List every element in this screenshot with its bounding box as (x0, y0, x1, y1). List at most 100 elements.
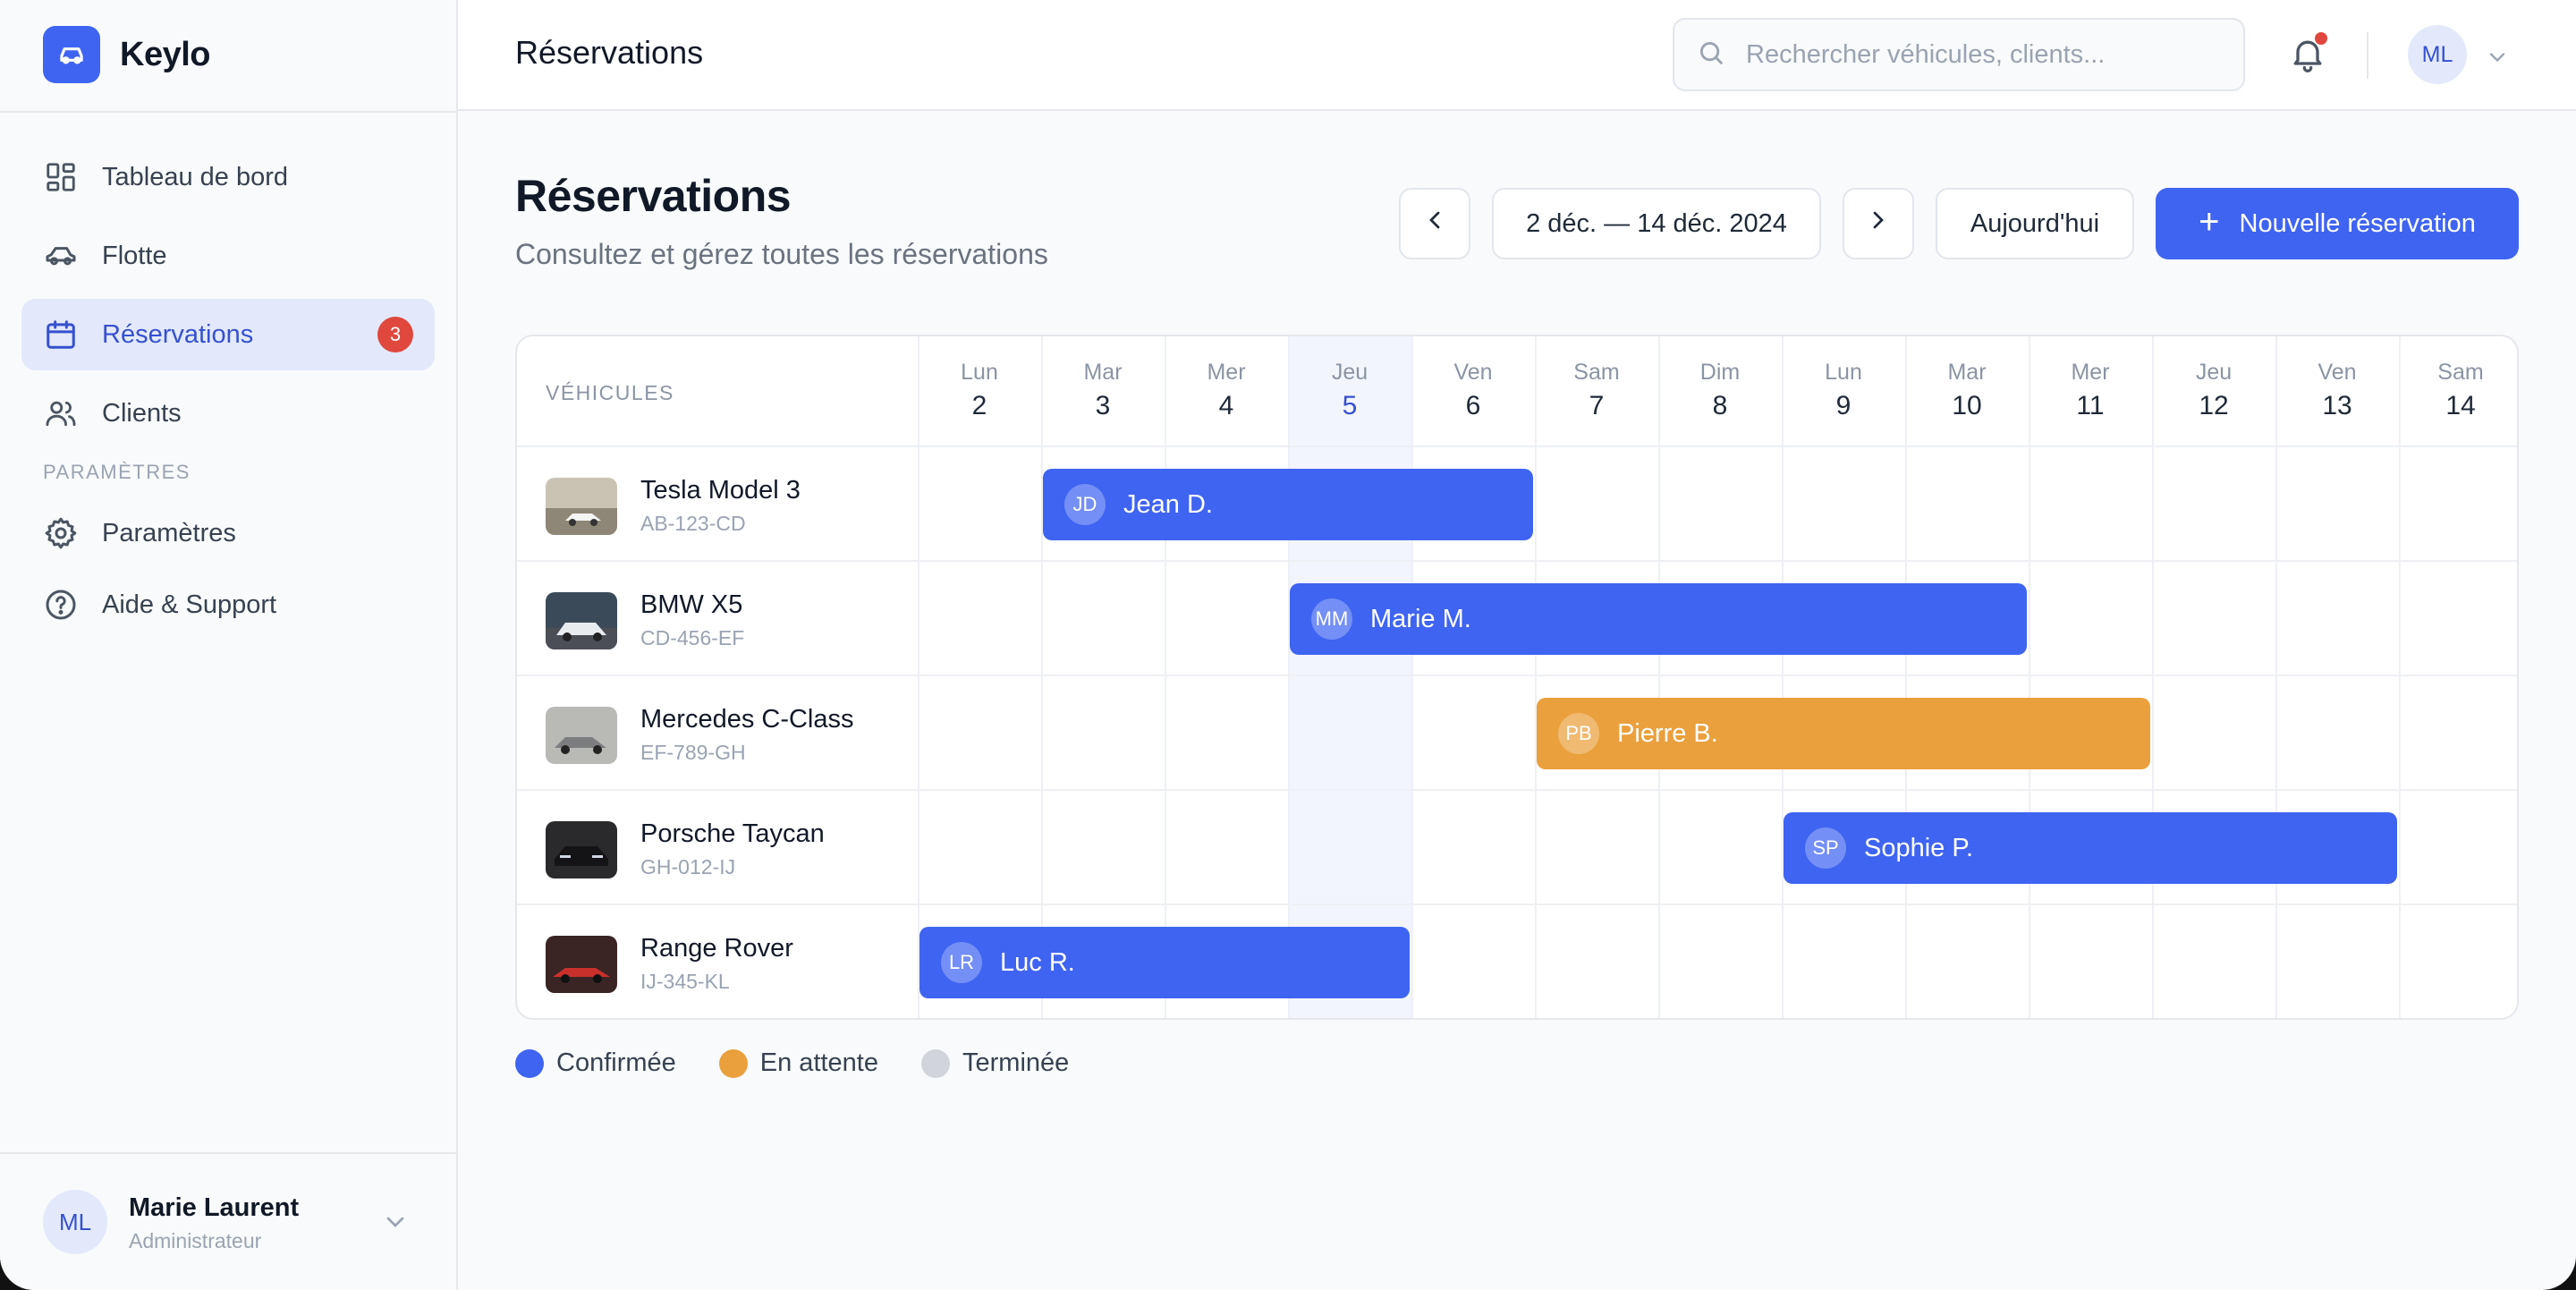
sidebar-item-label: Clients (102, 398, 182, 428)
day-name: Sam (1573, 360, 1620, 385)
sidebar-item-label: Réservations (102, 319, 254, 349)
day-number: 14 (2445, 391, 2476, 420)
chevron-right-icon (1864, 206, 1893, 242)
day-header[interactable]: Sam 7 (1535, 336, 1658, 447)
legend-item: Confirmée (515, 1048, 676, 1078)
divider (0, 111, 456, 113)
day-header[interactable]: Dim 8 (1658, 336, 1782, 447)
brand[interactable]: Keylo (43, 25, 210, 84)
avatar[interactable]: ML (2408, 25, 2467, 84)
sidebar-item-label: Flotte (102, 241, 167, 270)
sidebar-item-help[interactable]: Aide & Support (21, 569, 435, 641)
vehicle-plate: EF-789-GH (640, 741, 746, 764)
legend-label: Terminée (962, 1048, 1070, 1077)
next-period-button[interactable] (1843, 188, 1914, 259)
day-header[interactable]: Lun 2 (918, 336, 1041, 447)
date-range-button[interactable]: 2 déc. — 14 déc. 2024 (1492, 188, 1821, 259)
vehicle-thumbnail (546, 821, 617, 878)
avatar: PB (1558, 713, 1599, 754)
new-reservation-button[interactable]: + Nouvelle réservation (2156, 188, 2519, 259)
booking-bar[interactable]: MM Marie M. (1290, 583, 2027, 655)
sidebar-item-clients[interactable]: Clients (21, 378, 435, 449)
day-name: Jeu (2195, 360, 2233, 385)
chevron-down-icon[interactable] (2485, 45, 2510, 74)
vehicle-row[interactable]: Range Rover IJ-345-KL (517, 905, 2517, 1018)
day-header[interactable]: Sam 14 (2399, 336, 2517, 447)
page-title: Réservations (515, 171, 792, 221)
status-legend: Confirmée En attente Terminée (515, 1048, 1069, 1078)
day-header[interactable]: Lun 9 (1782, 336, 1905, 447)
sidebar-item-fleet[interactable]: Flotte (21, 220, 435, 292)
legend-label: En attente (759, 1048, 878, 1077)
today-button[interactable]: Aujourd'hui (1936, 188, 2134, 259)
day-header[interactable]: Jeu 12 (2152, 336, 2275, 447)
day-header[interactable]: Mer 11 (2029, 336, 2152, 447)
day-header[interactable]: Jeu 5 (1288, 336, 1411, 447)
booking-bar[interactable]: JD Jean D. (1043, 469, 1533, 540)
divider (2367, 32, 2368, 79)
booking-bar[interactable]: PB Pierre B. (1537, 698, 2150, 769)
day-header[interactable]: Mar 10 (1905, 336, 2029, 447)
previous-period-button[interactable] (1399, 188, 1470, 259)
sidebar: Keylo Tableau de bord Flotte Réservation… (0, 0, 458, 1290)
sidebar-item-dashboard[interactable]: Tableau de bord (21, 141, 435, 213)
page-subtitle: Consultez et gérez toutes les réservatio… (515, 238, 1048, 270)
avatar: ML (43, 1190, 107, 1254)
day-name: Ven (1453, 360, 1493, 385)
sidebar-nav: Tableau de bord Flotte Réservations 3 Cl… (21, 141, 435, 648)
day-number: 6 (1465, 391, 1481, 420)
day-name: Lun (1825, 360, 1862, 385)
day-name: Jeu (1331, 360, 1368, 385)
avatar: MM (1311, 598, 1352, 640)
dashboard-icon (43, 159, 79, 195)
day-header[interactable]: Ven 13 (2275, 336, 2399, 447)
plus-icon: + (2199, 202, 2220, 242)
legend-label: Confirmée (556, 1048, 676, 1077)
booking-client-name: Pierre B. (1617, 718, 1718, 748)
day-number: 3 (1095, 391, 1111, 420)
topbar-title: Réservations (515, 34, 704, 71)
day-name: Dim (1699, 360, 1741, 385)
calendar-header: VÉHICULES Lun 2 Mar 3 Mer 4 Jeu 5 Ven 6 Sam 7 Dim 8 Lu… (517, 336, 2517, 447)
booking-bar[interactable]: LR Luc R. (919, 927, 1410, 998)
day-name: Mer (1207, 360, 1246, 385)
search-input[interactable] (1746, 39, 2229, 70)
day-name: Ven (2318, 360, 2357, 385)
avatar: SP (1805, 827, 1846, 869)
booking-client-name: Luc R. (1000, 947, 1075, 977)
sidebar-section-label: PARAMÈTRES (43, 461, 191, 483)
day-header[interactable]: Mar 3 (1041, 336, 1165, 447)
search-icon (1696, 38, 1726, 72)
vehicle-name: BMW X5 (640, 590, 743, 619)
vehicles-column-header: VÉHICULES (546, 381, 674, 404)
booking-bar[interactable]: SP Sophie P. (1784, 812, 2397, 884)
user-menu[interactable]: ML Marie Laurent Administrateur (0, 1152, 456, 1290)
vehicle-row[interactable]: Mercedes C-Class EF-789-GH (517, 676, 2517, 791)
booking-client-name: Jean D. (1123, 489, 1213, 519)
day-number: 2 (971, 391, 987, 420)
day-number: 9 (1835, 391, 1852, 420)
vehicle-plate: AB-123-CD (640, 512, 746, 535)
day-name: Mer (2071, 360, 2110, 385)
day-number: 7 (1589, 391, 1605, 420)
day-number: 13 (2322, 391, 2352, 420)
day-header[interactable]: Ven 6 (1411, 336, 1535, 447)
legend-dot (921, 1048, 950, 1078)
user-name: Marie Laurent (129, 1193, 300, 1222)
day-name: Mar (1083, 360, 1123, 385)
sidebar-item-settings[interactable]: Paramètres (21, 497, 435, 569)
day-header[interactable]: Mer 4 (1165, 336, 1288, 447)
sidebar-item-label: Aide & Support (102, 590, 277, 619)
vehicle-name: Porsche Taycan (640, 819, 825, 848)
vehicle-thumbnail (546, 707, 617, 764)
search-box[interactable] (1673, 18, 2245, 91)
legend-item: Terminée (921, 1048, 1069, 1078)
day-number: 8 (1712, 391, 1728, 420)
chevron-down-icon[interactable] (381, 1208, 410, 1241)
notification-dot (2315, 32, 2327, 45)
sidebar-item-reservations[interactable]: Réservations 3 (21, 299, 435, 370)
day-number: 12 (2199, 391, 2229, 420)
legend-item: En attente (718, 1048, 878, 1078)
sidebar-item-label: Tableau de bord (102, 162, 288, 191)
vehicle-plate: CD-456-EF (640, 626, 745, 649)
